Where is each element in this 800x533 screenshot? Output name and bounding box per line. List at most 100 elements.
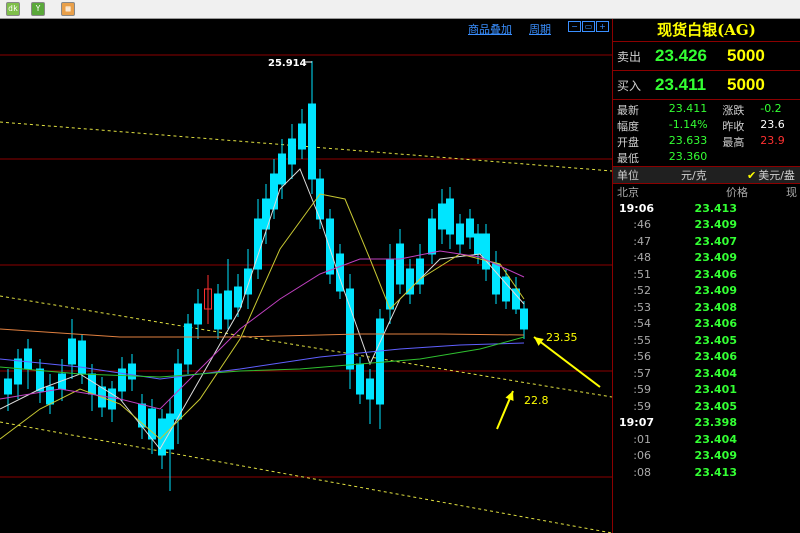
- sell-label: 卖出: [617, 49, 642, 64]
- tick-time: :48: [633, 251, 651, 265]
- chart-canvas[interactable]: 25.914 23.35 22.8: [0, 19, 612, 533]
- stat-row: 幅度 -1.14% 昨收 23.6: [613, 118, 800, 134]
- tick-time: :51: [633, 267, 651, 281]
- filter-icon[interactable]: Y: [31, 2, 45, 16]
- calendar-glyph: ▦: [65, 4, 71, 13]
- tick-time: 19:06: [619, 201, 655, 215]
- tick-time: :56: [633, 350, 651, 364]
- overlay-menu-link[interactable]: 商品叠加: [468, 21, 512, 37]
- candle-body: [466, 218, 474, 238]
- ticks-list[interactable]: 19:06 23.413:46 23.409:47 23.407:48 23.409:5…: [613, 200, 800, 481]
- stat-value: 23.6: [760, 118, 785, 131]
- check-icon[interactable]: ✔: [747, 169, 756, 182]
- candle-body: [194, 303, 202, 325]
- candle-body: [386, 258, 394, 310]
- kline-glyph: dk: [8, 4, 18, 13]
- candle-body: [492, 263, 500, 295]
- candle-body: [396, 243, 404, 285]
- unit-alt-value[interactable]: 美元/盎: [758, 167, 795, 183]
- tick-time: :06: [633, 449, 651, 463]
- candle-body: [234, 286, 242, 308]
- candle-body: [308, 103, 316, 180]
- buy-price: 23.411: [655, 75, 707, 94]
- stat-label: [722, 150, 760, 166]
- tick-time: :52: [633, 284, 651, 298]
- tick-time: :53: [633, 300, 651, 314]
- period-menu-link[interactable]: 周期: [529, 21, 551, 37]
- stat-label: 最低: [617, 152, 639, 165]
- candle-body: [298, 123, 306, 150]
- tick-row: 19:06 23.413: [613, 200, 800, 217]
- tick-price: 23.405: [694, 333, 737, 347]
- tick-price: 23.404: [694, 432, 737, 446]
- tick-price: 23.406: [694, 267, 737, 281]
- ticks-place: 北京: [617, 186, 639, 199]
- maximize-icon[interactable]: +: [596, 21, 609, 32]
- candle-body: [88, 373, 96, 395]
- tick-time: :47: [633, 234, 651, 248]
- tick-row: :54 23.406: [613, 316, 800, 333]
- tick-price: 23.408: [694, 300, 737, 314]
- tick-time: :46: [633, 218, 651, 232]
- ticks-price-header: 价格: [726, 186, 748, 199]
- tick-price: 23.409: [694, 218, 737, 232]
- candle-body: [520, 308, 528, 330]
- tick-row: :01 23.404: [613, 431, 800, 448]
- candle-body: [416, 258, 424, 285]
- tick-time: :59: [633, 383, 651, 397]
- candle-body: [428, 218, 436, 255]
- stat-label: 开盘: [617, 136, 639, 149]
- tick-time: 19:07: [619, 416, 655, 430]
- candle-body: [244, 268, 252, 295]
- tick-row: :46 23.409: [613, 217, 800, 234]
- arrow-annotation-1-head: [534, 337, 544, 346]
- tick-row: 19:07 23.398: [613, 415, 800, 432]
- arrow-annotation-1: [533, 336, 601, 388]
- tick-row: :51 23.406: [613, 266, 800, 283]
- restore-icon[interactable]: ▭: [582, 21, 595, 32]
- buy-row: 买入 23.411 5000: [613, 71, 800, 99]
- minimize-icon[interactable]: −: [568, 21, 581, 32]
- candle-body: [4, 378, 12, 395]
- ticks-header: 北京 价格 现: [613, 184, 800, 200]
- tick-price: 23.413: [694, 201, 737, 215]
- tick-row: :53 23.408: [613, 299, 800, 316]
- calendar-icon[interactable]: ▦: [61, 2, 75, 16]
- tick-price: 23.406: [694, 317, 737, 331]
- tick-price: 23.398: [694, 416, 737, 430]
- tick-row: :56 23.406: [613, 349, 800, 366]
- tick-price: 23.407: [694, 234, 737, 248]
- candle-body: [68, 338, 76, 365]
- stat-row: 最低 23.360: [613, 150, 800, 166]
- tick-time: :54: [633, 317, 651, 331]
- stat-row: 最新 23.411 涨跌 -0.2: [613, 102, 800, 118]
- tick-time: :08: [633, 465, 651, 479]
- candle-body: [46, 386, 54, 405]
- tick-row: :08 23.413: [613, 464, 800, 481]
- candle-body: [376, 318, 384, 405]
- tick-row: :52 23.409: [613, 283, 800, 300]
- sell-row: 卖出 23.426 5000: [613, 42, 800, 70]
- candlestick-chart[interactable]: 25.914 23.35 22.8 商品叠加 周期 − ▭ +: [0, 19, 612, 533]
- stat-label: 最新: [617, 104, 639, 117]
- candle-body: [406, 268, 414, 295]
- stat-label: 涨跌: [722, 104, 745, 117]
- candle-body: [288, 138, 296, 165]
- stat-label: 幅度: [617, 120, 639, 133]
- candle-body: [118, 368, 126, 392]
- stat-value: -1.14%: [668, 118, 708, 131]
- candle-body: [446, 198, 454, 235]
- quote-panel: 现货白银(AG) 卖出 23.426 5000 买入 23.411 5000 最…: [612, 19, 800, 533]
- ma-line-orange: [0, 328, 525, 338]
- candle-body: [278, 153, 286, 185]
- unit-label: 单位: [617, 169, 639, 182]
- ticks-extra-header: 现: [786, 186, 797, 199]
- tick-row: :55 23.405: [613, 332, 800, 349]
- annotation-label-1: 23.35: [546, 331, 578, 344]
- tick-row: :59 23.401: [613, 382, 800, 399]
- tick-price: 23.404: [694, 366, 737, 380]
- tick-price: 23.409: [694, 284, 737, 298]
- ma-line-purple: [0, 250, 525, 410]
- buy-label: 买入: [617, 78, 642, 93]
- kline-icon[interactable]: dk: [6, 2, 20, 16]
